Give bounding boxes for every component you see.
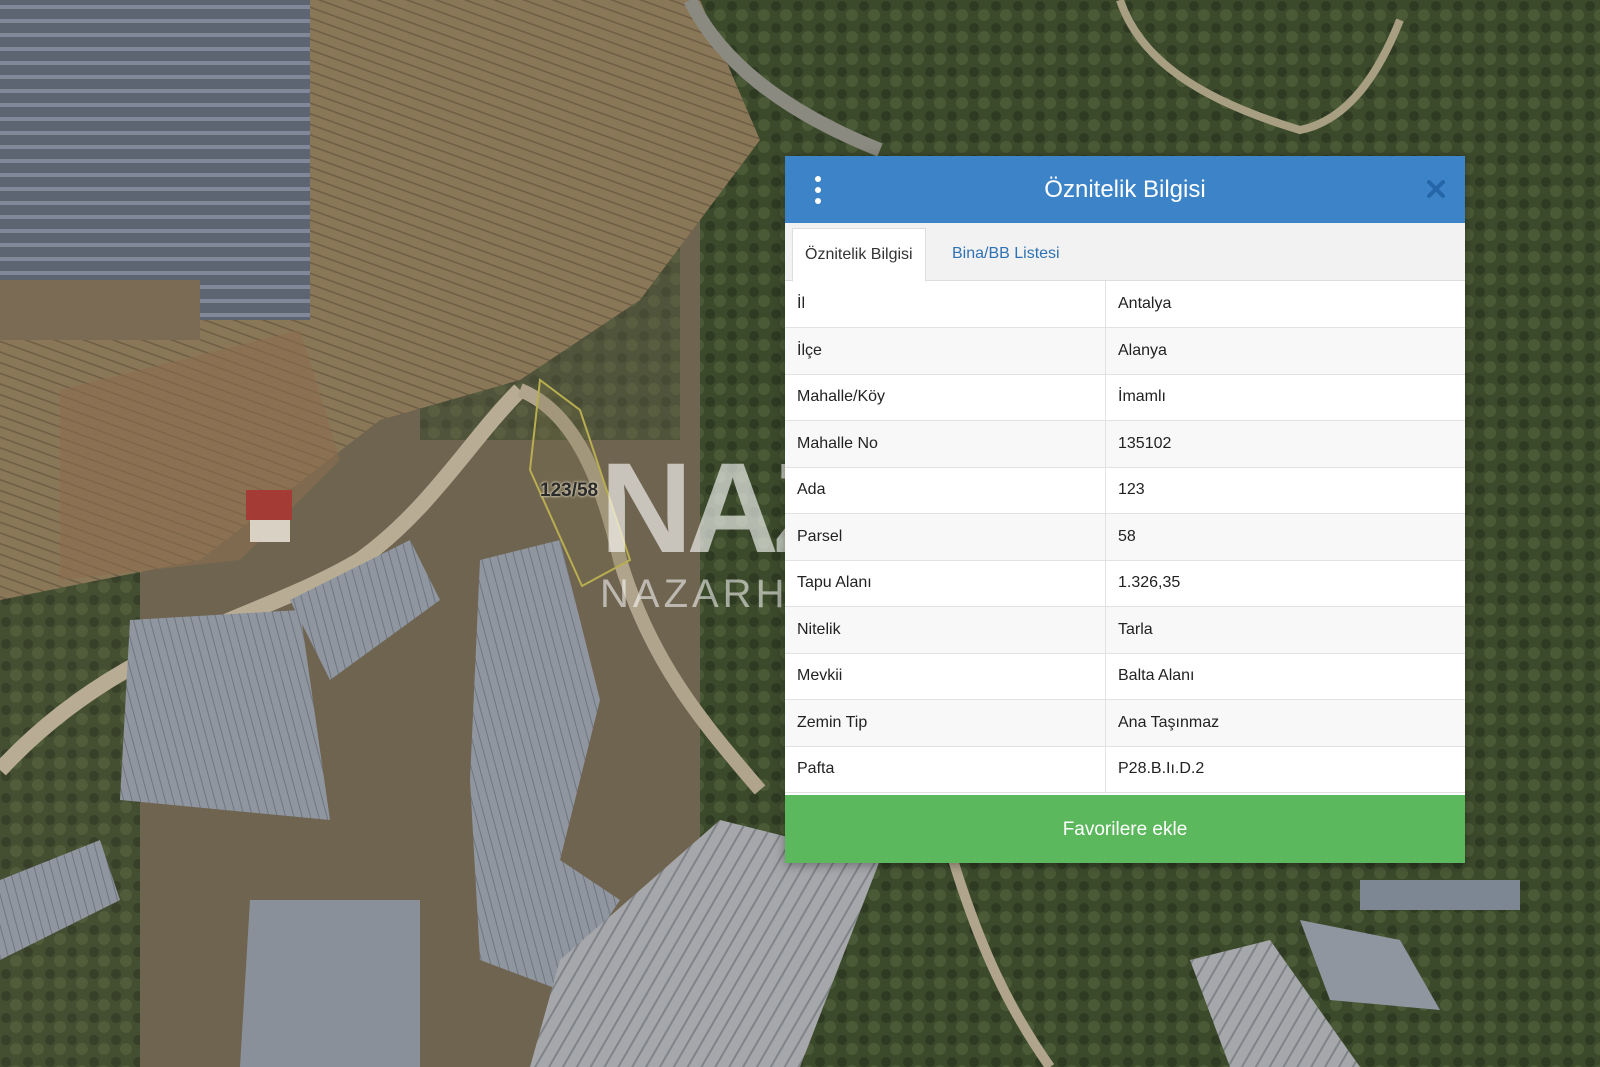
popup-header: Öznitelik Bilgisi — [785, 156, 1465, 223]
row-key: Tapu Alanı — [785, 560, 1106, 607]
row-key: Mahalle No — [785, 420, 1106, 468]
add-to-favorites-button[interactable]: Favorilere ekle — [785, 795, 1465, 863]
row-key: Ada — [785, 467, 1106, 514]
tab-attribute-info[interactable]: Öznitelik Bilgisi — [792, 228, 926, 282]
popup-title: Öznitelik Bilgisi — [1044, 176, 1206, 203]
row-key: Pafta — [785, 746, 1106, 793]
table-row: Mahalle/Köy İmamlı — [785, 374, 1465, 421]
attribute-table: İl Antalya İlçe Alanya Mahalle/Köy İmaml… — [785, 281, 1465, 793]
row-value: İmamlı — [1105, 374, 1465, 421]
row-value: Alanya — [1105, 327, 1465, 375]
row-value: P28.B.Iı.D.2 — [1105, 746, 1465, 793]
table-row: Parsel 58 — [785, 513, 1465, 561]
row-key: İl — [785, 281, 1106, 328]
table-row: İlçe Alanya — [785, 327, 1465, 375]
attribute-info-popup: Öznitelik Bilgisi Öznitelik Bilgisi Bina… — [785, 156, 1465, 863]
table-row: İl Antalya — [785, 281, 1465, 328]
row-value: Ana Taşınmaz — [1105, 699, 1465, 747]
table-row: Zemin Tip Ana Taşınmaz — [785, 699, 1465, 747]
tab-bar: Öznitelik Bilgisi Bina/BB Listesi — [785, 223, 1465, 282]
table-row: Ada 123 — [785, 467, 1465, 514]
row-value: 123 — [1105, 467, 1465, 514]
row-key: İlçe — [785, 327, 1106, 375]
table-row: Pafta P28.B.Iı.D.2 — [785, 746, 1465, 793]
row-key: Mahalle/Köy — [785, 374, 1106, 421]
row-value: 135102 — [1105, 420, 1465, 468]
parcel-label: 123/58 — [540, 480, 599, 501]
table-row: Nitelik Tarla — [785, 606, 1465, 654]
row-key: Zemin Tip — [785, 699, 1106, 747]
row-value: Antalya — [1105, 281, 1465, 328]
close-icon[interactable] — [1423, 176, 1449, 202]
table-row: Mahalle No 135102 — [785, 420, 1465, 468]
row-value: Balta Alanı — [1105, 653, 1465, 700]
row-key: Parsel — [785, 513, 1106, 561]
row-key: Mevkii — [785, 653, 1106, 700]
table-row: Tapu Alanı 1.326,35 — [785, 560, 1465, 607]
tab-building-list[interactable]: Bina/BB Listesi — [940, 228, 1072, 280]
row-value: 58 — [1105, 513, 1465, 561]
table-row: Mevkii Balta Alanı — [785, 653, 1465, 700]
row-value: Tarla — [1105, 606, 1465, 654]
row-key: Nitelik — [785, 606, 1106, 654]
row-value: 1.326,35 — [1105, 560, 1465, 607]
